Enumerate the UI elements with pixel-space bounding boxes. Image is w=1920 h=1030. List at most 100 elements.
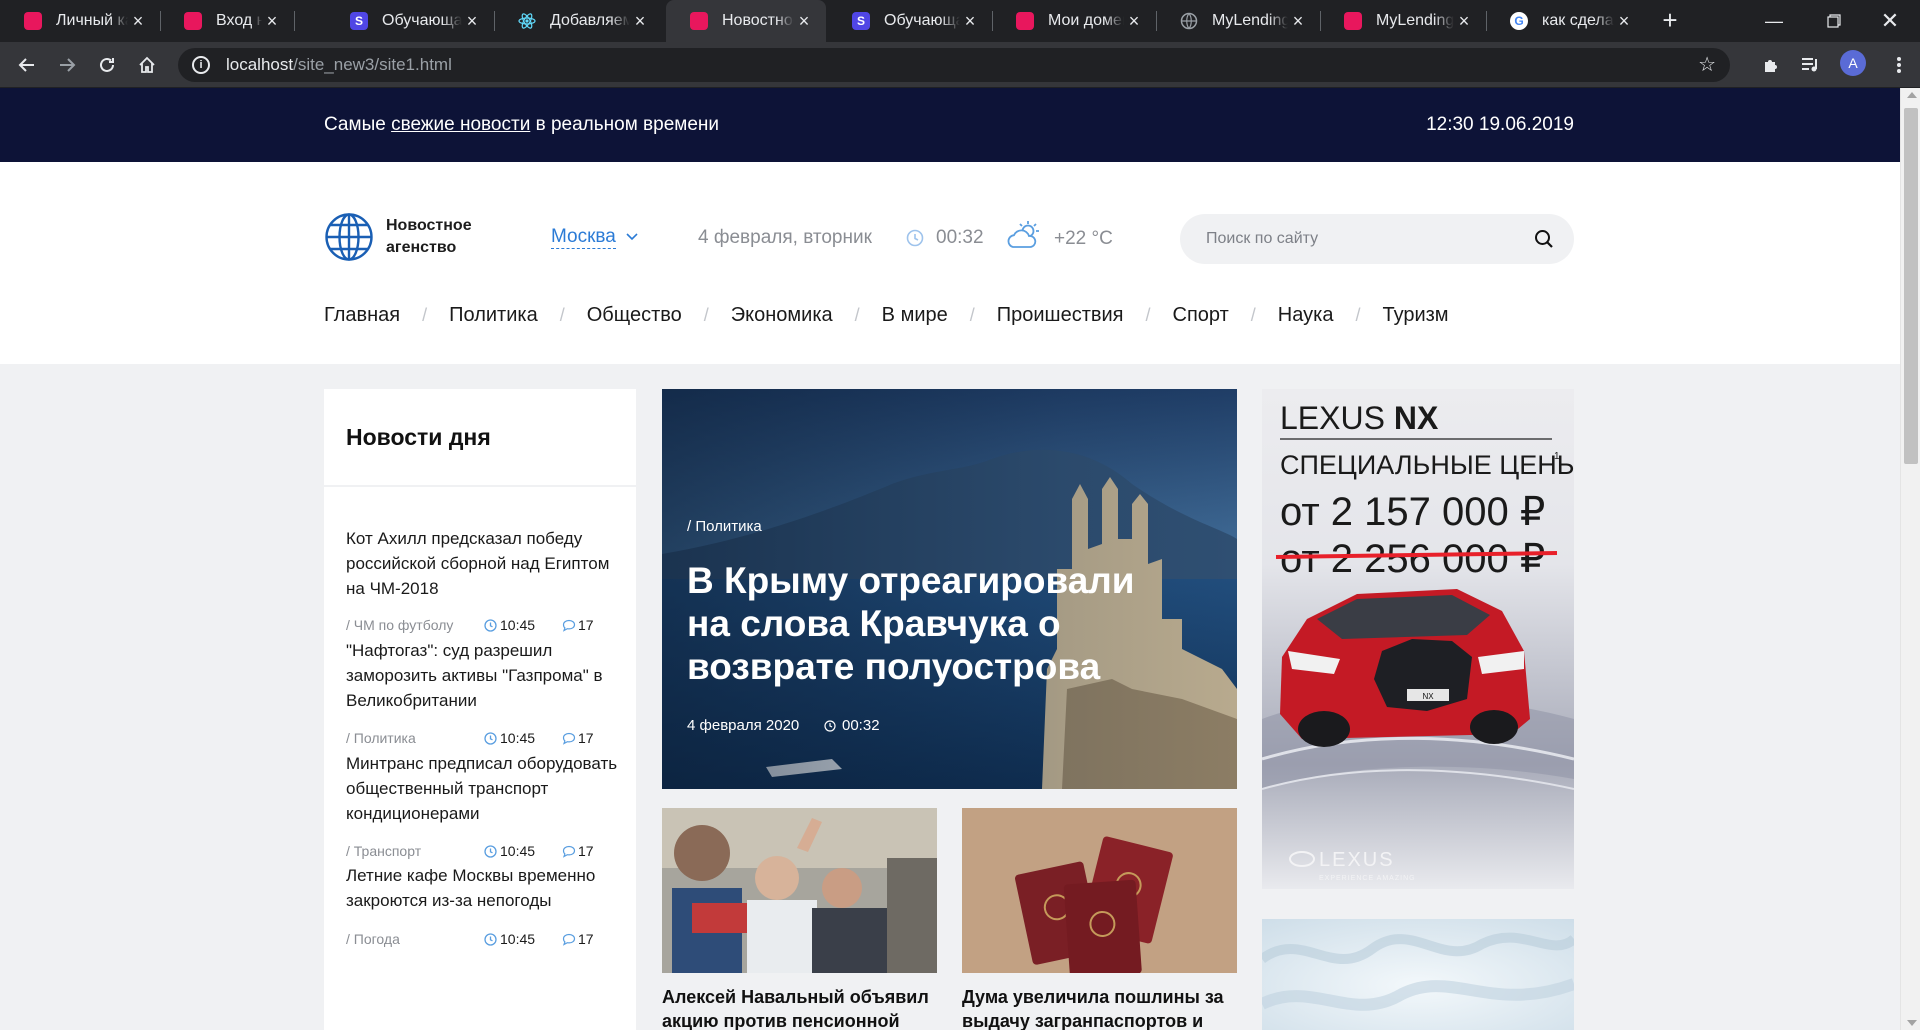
nav-item-home[interactable]: Главная bbox=[324, 304, 400, 327]
tab-title: как сделать bbox=[1542, 12, 1614, 29]
news-item-category[interactable]: / Транспорт bbox=[346, 843, 484, 859]
ad-price-old: от 2 256 000 ₽ bbox=[1280, 537, 1545, 581]
forward-button[interactable] bbox=[52, 50, 82, 80]
logo-text: Новостное агенство bbox=[386, 217, 472, 256]
news-item-title[interactable]: "Нафтогаз": суд разрешил заморозить акти… bbox=[346, 638, 618, 713]
news-item[interactable]: Минтранс предписал оборудовать обществен… bbox=[346, 751, 618, 826]
site-logo[interactable]: Новостное агенство bbox=[324, 212, 496, 262]
hero-date: 4 февраля 2020 bbox=[687, 717, 800, 734]
close-icon[interactable]: × bbox=[1454, 11, 1474, 32]
nav-item-incidents[interactable]: Проишествия bbox=[997, 304, 1124, 327]
extensions-puzzle-icon[interactable] bbox=[1756, 50, 1786, 80]
nav-separator: / bbox=[969, 305, 975, 325]
news-card-title[interactable]: Дума увеличила пошлины за выдачу загранп… bbox=[962, 985, 1237, 1030]
close-icon[interactable]: × bbox=[1614, 11, 1634, 32]
ad-image bbox=[1262, 919, 1574, 1030]
react-icon bbox=[518, 12, 536, 30]
news-item-time: 10:45 bbox=[500, 931, 536, 947]
browser-tab[interactable]: Добавляем × bbox=[494, 0, 662, 42]
scroll-up-arrow-icon[interactable] bbox=[1907, 92, 1917, 98]
news-item-time: 10:45 bbox=[500, 617, 536, 633]
bookmark-star-icon[interactable]: ☆ bbox=[1698, 52, 1716, 77]
nav-separator: / bbox=[703, 305, 709, 325]
lexus-ad-art: LEXUS NX СПЕЦИАЛЬНЫЕ ЦЕНЫ 1 от 2 157 000… bbox=[1262, 389, 1574, 889]
browser-tab[interactable]: MyLending × bbox=[1320, 0, 1486, 42]
hero-category[interactable]: / Политика bbox=[687, 518, 762, 535]
ad-headline: СПЕЦИАЛЬНЫЕ ЦЕНЫ bbox=[1280, 450, 1574, 480]
scrollbar-thumb[interactable] bbox=[1904, 108, 1918, 464]
browser-tab[interactable]: S Обучающая × bbox=[326, 0, 494, 42]
nav-item-sport[interactable]: Спорт bbox=[1173, 304, 1229, 327]
close-icon[interactable]: × bbox=[630, 11, 650, 32]
browser-tab[interactable]: S Обучающая × bbox=[828, 0, 992, 42]
news-item[interactable]: Летние кафе Москвы временно закроются из… bbox=[346, 863, 618, 913]
nav-item-economy[interactable]: Экономика bbox=[731, 304, 833, 327]
browser-tab[interactable]: Вход на сайт × bbox=[160, 0, 294, 42]
close-icon[interactable]: × bbox=[128, 11, 148, 32]
new-tab-button[interactable]: + bbox=[1656, 7, 1684, 35]
nav-item-society[interactable]: Общество bbox=[587, 304, 682, 327]
browser-tab[interactable]: G как сделать × bbox=[1486, 0, 1646, 42]
scroll-down-arrow-icon[interactable] bbox=[1907, 1020, 1917, 1026]
search-icon[interactable] bbox=[1534, 229, 1554, 249]
news-item[interactable]: Кот Ахилл предсказал победу российской с… bbox=[346, 526, 618, 601]
browser-menu-icon[interactable] bbox=[1884, 50, 1914, 80]
hero-time: 00:32 bbox=[824, 717, 880, 734]
news-of-the-day-heading: Новости дня bbox=[324, 389, 636, 487]
nav-item-politics[interactable]: Политика bbox=[449, 304, 538, 327]
clock-icon bbox=[824, 719, 836, 732]
restore-button[interactable] bbox=[1804, 0, 1864, 42]
nav-item-world[interactable]: В мире bbox=[882, 304, 948, 327]
news-card[interactable]: Алексей Навальный объявил акцию против п… bbox=[662, 808, 937, 1030]
page-scrollbar[interactable] bbox=[1900, 88, 1920, 1030]
chevron-down-icon[interactable] bbox=[626, 228, 638, 244]
ad-footnote: 1 bbox=[1554, 451, 1560, 462]
current-datetime: 12:30 19.06.2019 bbox=[1426, 114, 1574, 135]
search-input[interactable] bbox=[1206, 230, 1534, 248]
fresh-news-link[interactable]: свежие новости bbox=[391, 114, 530, 135]
minimize-button[interactable]: — bbox=[1744, 0, 1804, 42]
news-card[interactable]: Дума увеличила пошлины за выдачу загранп… bbox=[962, 808, 1237, 1030]
close-icon[interactable]: × bbox=[1124, 11, 1144, 32]
news-item[interactable]: "Нафтогаз": суд разрешил заморозить акти… bbox=[346, 638, 618, 713]
profile-avatar[interactable]: A bbox=[1840, 50, 1866, 76]
reload-button[interactable] bbox=[92, 50, 122, 80]
city-selector[interactable]: Москва bbox=[551, 226, 616, 249]
info-icon[interactable]: i bbox=[192, 56, 210, 74]
tab-title: Обучающая bbox=[382, 12, 462, 29]
ad-footer-brand: LEXUS bbox=[1319, 849, 1395, 871]
url-text[interactable]: localhost/site_new3/site1.html bbox=[226, 55, 452, 75]
news-item-category[interactable]: / Погода bbox=[346, 931, 484, 947]
hero-title[interactable]: В Крыму отреагировали на слова Кравчука … bbox=[687, 559, 1157, 688]
news-item-title[interactable]: Кот Ахилл предсказал победу российской с… bbox=[346, 526, 618, 601]
news-card-title[interactable]: Алексей Навальный объявил акцию против п… bbox=[662, 985, 937, 1030]
close-icon[interactable]: × bbox=[262, 11, 282, 32]
ad-brand-text: LEXUS NX bbox=[1280, 400, 1439, 436]
hero-article[interactable]: / Политика В Крыму отреагировали на слов… bbox=[662, 389, 1237, 789]
close-icon[interactable]: × bbox=[960, 11, 980, 32]
second-advertisement[interactable] bbox=[1262, 919, 1574, 1030]
browser-tab[interactable]: MyLending × bbox=[1156, 0, 1320, 42]
lexus-advertisement[interactable]: LEXUS NX СПЕЦИАЛЬНЫЕ ЦЕНЫ 1 от 2 157 000… bbox=[1262, 389, 1574, 889]
news-item-comments: 17 bbox=[578, 843, 594, 859]
search-bar[interactable] bbox=[1180, 214, 1574, 264]
close-icon[interactable]: × bbox=[794, 11, 814, 32]
home-button[interactable] bbox=[132, 50, 162, 80]
browser-tab[interactable]: Личный кабинет × bbox=[0, 0, 160, 42]
media-queue-icon[interactable] bbox=[1796, 50, 1826, 80]
close-window-button[interactable]: ✕ bbox=[1860, 0, 1920, 42]
news-item-title[interactable]: Минтранс предписал оборудовать обществен… bbox=[346, 751, 618, 826]
address-bar[interactable]: i localhost/site_new3/site1.html ☆ bbox=[178, 48, 1730, 82]
news-item-category[interactable]: / Политика bbox=[346, 730, 484, 746]
browser-tab[interactable]: Мои домены × bbox=[992, 0, 1156, 42]
close-icon[interactable]: × bbox=[462, 11, 482, 32]
close-icon[interactable]: × bbox=[1288, 11, 1308, 32]
back-button[interactable] bbox=[12, 50, 42, 80]
temperature: +22 °C bbox=[1054, 228, 1113, 249]
tab-favicon-icon: S bbox=[350, 12, 368, 30]
news-item-category[interactable]: / ЧМ по футболу bbox=[346, 617, 484, 633]
nav-item-tourism[interactable]: Туризм bbox=[1382, 304, 1448, 327]
news-item-title[interactable]: Летние кафе Москвы временно закроются из… bbox=[346, 863, 618, 913]
browser-tab-active[interactable]: Новостное агентство × bbox=[666, 0, 826, 42]
nav-item-science[interactable]: Наука bbox=[1278, 304, 1334, 327]
